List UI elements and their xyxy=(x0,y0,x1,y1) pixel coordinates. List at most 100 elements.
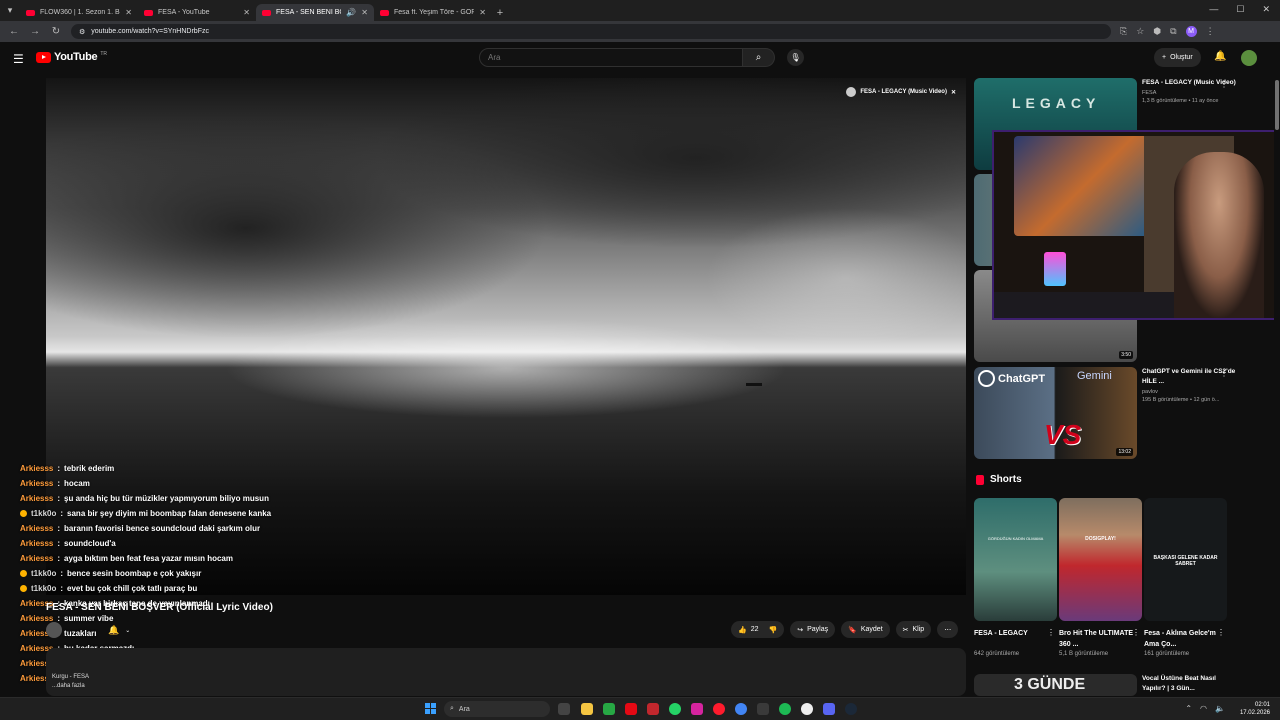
search-input[interactable] xyxy=(479,48,743,67)
hamburger-menu-icon[interactable]: ☰ xyxy=(13,52,24,66)
short-thumbnail[interactable]: GÖRDÜĞÜN KADIN OLMAMA xyxy=(974,498,1057,621)
forward-icon[interactable]: → xyxy=(29,26,41,37)
notifications-bell-icon[interactable]: 🔔 xyxy=(1214,51,1226,62)
short-item[interactable]: GÖRDÜĞÜN KADIN OLMAMA FESA - LEGACY 642 … xyxy=(974,498,1057,657)
search-button[interactable]: ⌕ xyxy=(743,48,775,67)
netflix-icon[interactable] xyxy=(625,703,637,715)
wifi-icon[interactable]: ◠ xyxy=(1200,704,1207,713)
file-explorer-icon[interactable] xyxy=(581,703,593,715)
linked-video-title: FESA - LEGACY (Music Video) xyxy=(860,89,947,95)
scrollbar-thumb[interactable] xyxy=(1275,80,1279,130)
youtube-logo[interactable]: YouTube TR xyxy=(36,51,107,63)
channel-avatar xyxy=(846,87,857,97)
channel-name[interactable]: pavlov xyxy=(1142,389,1236,395)
profile-avatar[interactable]: M xyxy=(1185,26,1197,37)
address-bar[interactable]: ⚙ youtube.com/watch?v=SYnHNDrbFzc xyxy=(71,24,1111,39)
description-box[interactable]: Kurgu - FESA ...daha fazla xyxy=(46,648,966,696)
back-icon[interactable]: ← xyxy=(8,26,20,37)
app-icon[interactable] xyxy=(603,703,615,715)
browser-tab-1[interactable]: FLOW360 | 1. Sezon 1. Bölüm | ✕ xyxy=(20,4,138,21)
opera-icon[interactable] xyxy=(713,703,725,715)
video-meta: 195 B görüntüleme • 12 gün ö... xyxy=(1142,397,1220,403)
discord-icon[interactable] xyxy=(823,703,835,715)
maximize-icon[interactable]: ☐ xyxy=(1236,4,1244,15)
browser-tab-4[interactable]: Fesa ft. Yeşim Töre - GÖREMEZ ✕ xyxy=(374,4,492,21)
create-label: Oluştur xyxy=(1170,54,1193,61)
channel-name[interactable]: FESA xyxy=(1142,90,1236,96)
short-item[interactable]: BAŞKASI GELENE KADAR SABRET Fesa - Aklın… xyxy=(1144,498,1227,657)
whatsapp-icon[interactable] xyxy=(669,703,681,715)
browser-tab-2[interactable]: FESA - YouTube ✕ xyxy=(138,4,256,21)
short-thumbnail[interactable]: BAŞKASI GELENE KADAR SABRET xyxy=(1144,498,1227,621)
recommendation-item[interactable]: 3 GÜNDE Vocal Üstüne Beat Nasıl Yapılır?… xyxy=(974,674,1236,696)
more-vertical-icon[interactable]: ⋮ xyxy=(1220,369,1228,378)
bookmark-star-icon[interactable]: ☆ xyxy=(1136,26,1144,37)
more-actions-button[interactable]: ⋯ xyxy=(937,621,959,638)
site-info-icon[interactable]: ⚙ xyxy=(79,28,85,36)
bookmark-icon: 🔖 xyxy=(848,626,857,634)
linked-video-card[interactable]: FESA - LEGACY (Music Video) ✕ xyxy=(846,87,956,97)
short-title[interactable]: Bro Hit The ULTIMATE 360 ... xyxy=(1059,628,1142,650)
video-thumbnail[interactable]: ChatGPT Gemini VS 13:02 xyxy=(974,367,1137,459)
minimize-icon[interactable]: — xyxy=(1209,4,1218,15)
close-window-icon[interactable]: ✕ xyxy=(1262,4,1270,15)
more-vertical-icon[interactable]: ⋮ xyxy=(1217,628,1225,637)
chevron-up-icon[interactable]: ⌃ xyxy=(1185,704,1192,713)
app-icon[interactable] xyxy=(757,703,769,715)
app-icon[interactable] xyxy=(801,703,813,715)
short-title[interactable]: FESA - LEGACY xyxy=(974,628,1057,650)
chat-message: Arkiesss: soundcloud'a xyxy=(20,536,340,551)
taskbar-search[interactable]: ⌕ Ara xyxy=(444,701,550,717)
task-view-icon[interactable] xyxy=(558,703,570,715)
short-thumbnail[interactable]: DOSIGPLAY! xyxy=(1059,498,1142,621)
close-tab-icon[interactable]: ✕ xyxy=(125,8,132,17)
taskbar-clock[interactable]: 02:01 17.02.2026 xyxy=(1240,701,1270,717)
thumbnail-text: GÖRDÜĞÜN KADIN OLMAMA xyxy=(987,536,1044,541)
thumbnail-text: DOSIGPLAY! xyxy=(1085,536,1116,542)
thumbs-down-icon[interactable]: 👎 xyxy=(769,626,778,634)
windows-start-icon[interactable] xyxy=(425,703,437,715)
like-button[interactable]: 👍 22 👎 xyxy=(731,621,785,638)
extension-icon[interactable]: ⬢ xyxy=(1153,26,1161,37)
chrome-icon[interactable] xyxy=(735,703,747,715)
close-tab-icon[interactable]: ✕ xyxy=(243,8,250,17)
clip-button[interactable]: ✂ Klip xyxy=(895,621,932,638)
short-title[interactable]: Fesa - Aklına Gelce'm Ama Ço... xyxy=(1144,628,1227,650)
browser-menu-icon[interactable]: ⋮ xyxy=(1206,26,1215,37)
video-meta: 1,3 B görüntüleme • 11 ay önce xyxy=(1142,98,1219,104)
voice-search-button[interactable]: 🎙 xyxy=(787,49,804,66)
video-title[interactable]: Vocal Üstüne Beat Nasıl Yapılır? | 3 Gün… xyxy=(1142,674,1236,694)
notification-bell-icon[interactable]: 🔔 xyxy=(108,625,119,636)
instagram-icon[interactable] xyxy=(691,703,703,715)
close-tab-icon[interactable]: ✕ xyxy=(361,8,368,17)
page-scrollbar[interactable] xyxy=(1274,74,1280,694)
install-icon[interactable]: ⎘ xyxy=(1120,26,1127,37)
close-icon[interactable]: ✕ xyxy=(951,89,956,96)
spotify-icon[interactable] xyxy=(779,703,791,715)
share-button[interactable]: ↪ Paylaş xyxy=(790,621,836,638)
more-vertical-icon[interactable]: ⋮ xyxy=(1220,80,1228,89)
speaker-icon[interactable]: 🔊 xyxy=(346,8,356,17)
reload-icon[interactable]: ↻ xyxy=(50,26,62,37)
account-avatar[interactable] xyxy=(1241,50,1257,66)
more-vertical-icon[interactable]: ⋮ xyxy=(1132,628,1140,637)
close-tab-icon[interactable]: ✕ xyxy=(479,8,486,17)
channel-avatar[interactable] xyxy=(46,622,62,638)
volume-icon[interactable]: 🔈 xyxy=(1215,704,1225,713)
create-button[interactable]: + Oluştur xyxy=(1154,48,1201,67)
save-button[interactable]: 🔖 Kaydet xyxy=(841,621,890,638)
video-thumbnail[interactable]: 3 GÜNDE xyxy=(974,674,1137,696)
new-tab-button[interactable]: + xyxy=(492,4,508,21)
chevron-down-icon[interactable]: ⌄ xyxy=(125,627,130,634)
short-item[interactable]: DOSIGPLAY! Bro Hit The ULTIMATE 360 ... … xyxy=(1059,498,1142,657)
steam-icon[interactable] xyxy=(845,703,857,715)
short-views: 642 görüntüleme xyxy=(974,651,1020,657)
show-more-link[interactable]: ...daha fazla xyxy=(52,683,960,689)
tab-search-icon[interactable]: ▾ xyxy=(0,0,20,21)
browser-tab-3[interactable]: FESA - SEN BENİ BOŞVER (🔊 ✕ xyxy=(256,4,374,21)
extensions-puzzle-icon[interactable]: ⧉ xyxy=(1170,26,1176,37)
video-title: FESA - SEN BENİ BOŞVER (Official Lyric V… xyxy=(46,602,273,613)
app-icon[interactable] xyxy=(647,703,659,715)
more-vertical-icon[interactable]: ⋮ xyxy=(1047,628,1055,637)
recommendation-item[interactable]: ChatGPT Gemini VS 13:02 ChatGPT ve Gemin… xyxy=(974,367,1236,459)
